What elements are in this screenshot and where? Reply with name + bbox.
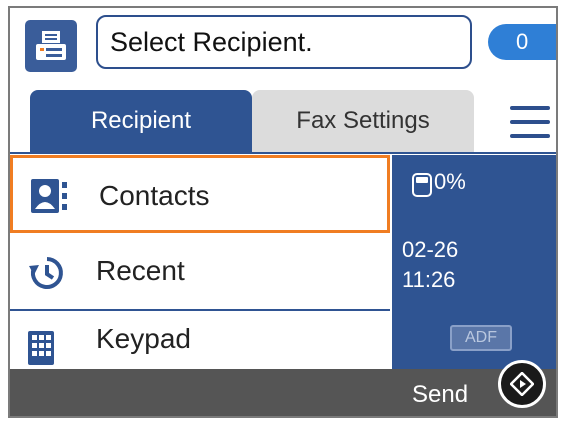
- start-diamond-icon: [510, 372, 534, 396]
- tab-underline: [10, 152, 556, 154]
- status-panel: 0% 02-26 11:26 ADF: [392, 155, 556, 371]
- hamburger-menu-icon[interactable]: [510, 106, 552, 140]
- tab-recipient[interactable]: Recipient: [30, 90, 252, 152]
- recent-history-icon: [28, 254, 66, 297]
- contacts-icon: [31, 179, 71, 218]
- status-date: 02-26: [402, 237, 459, 262]
- list-item-label: Keypad: [96, 323, 191, 354]
- list-item-contacts[interactable]: Contacts: [10, 155, 390, 233]
- list-item-label: Recent: [96, 255, 185, 286]
- memory-icon: [412, 173, 432, 202]
- start-button[interactable]: [498, 360, 546, 408]
- bottom-bar: Send: [10, 369, 556, 416]
- recipient-input[interactable]: Select Recipient.: [96, 15, 472, 69]
- send-label: Send: [412, 381, 469, 408]
- fax-screen: Select Recipient. 0 Recipient Fax Settin…: [8, 6, 558, 418]
- status-time: 11:26: [402, 267, 456, 292]
- adf-badge: ADF: [450, 325, 512, 351]
- keypad-icon: [28, 331, 58, 370]
- recipient-count-badge[interactable]: 0: [488, 24, 556, 60]
- list-item-keypad[interactable]: Keypad: [10, 311, 390, 371]
- memory-usage: 0%: [434, 169, 466, 194]
- fax-machine-icon: [25, 20, 77, 72]
- list-item-recent[interactable]: Recent: [10, 233, 390, 311]
- list-item-label: Contacts: [99, 180, 210, 211]
- tab-fax-settings[interactable]: Fax Settings: [252, 90, 474, 152]
